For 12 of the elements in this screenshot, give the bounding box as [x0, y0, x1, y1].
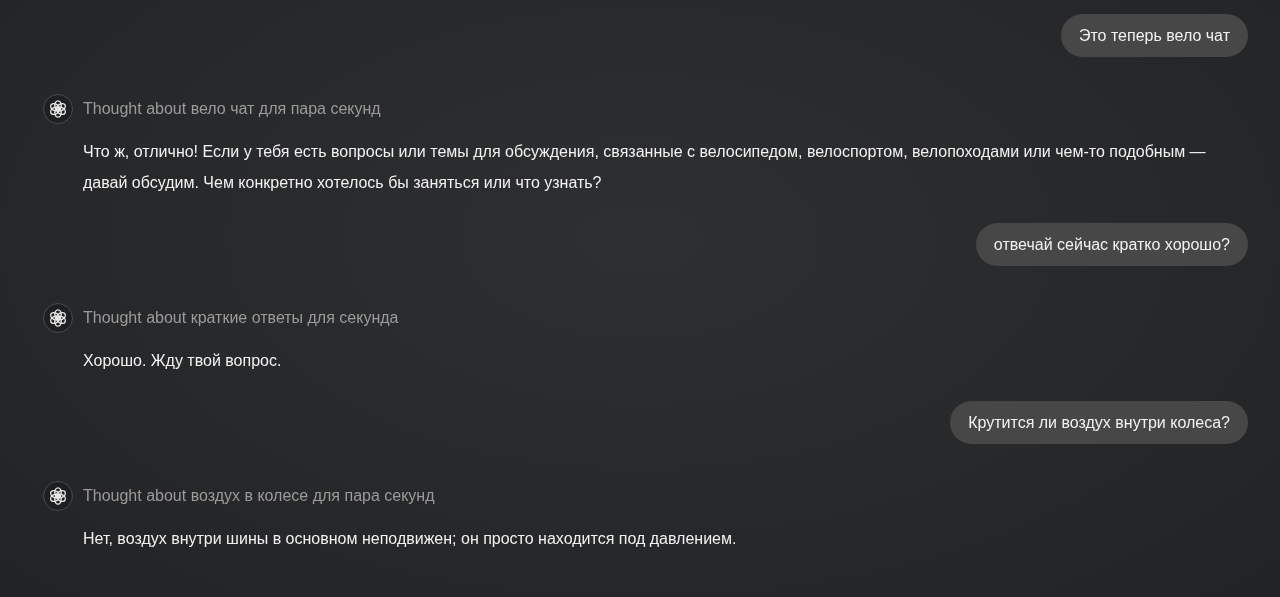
assistant-message: Хорошо. Жду твой вопрос.	[83, 351, 283, 371]
thought-summary-toggle[interactable]: Thought about воздух в колесе для пара секунд	[83, 487, 435, 505]
assistant-avatar-icon	[43, 481, 73, 511]
assistant-avatar-icon	[43, 303, 73, 333]
user-message: отвечай сейчас кратко хорошо?	[975, 223, 1248, 266]
assistant-message: Нет, воздух внутри шины в основном неподвижен; он просто находится под давлением.	[83, 529, 738, 549]
assistant-avatar-icon	[43, 94, 73, 124]
assistant-message: Что ж, отлично! Если у тебя есть вопросы или темы для обсуждения, связанные с велосипедом, велоспортом, велопоходами или чем-то подобным — давай обсудим. Чем конкретно хотелось бы заняться или что узнать?	[83, 142, 1207, 193]
thought-summary-toggle[interactable]: Thought about вело чат для пара секунд	[83, 100, 381, 118]
user-message: Это теперь вело чат	[1060, 14, 1248, 57]
user-message: Крутится ли воздух внутри колеса?	[950, 401, 1248, 444]
thought-summary-toggle[interactable]: Thought about краткие ответы для секунда	[83, 309, 399, 327]
